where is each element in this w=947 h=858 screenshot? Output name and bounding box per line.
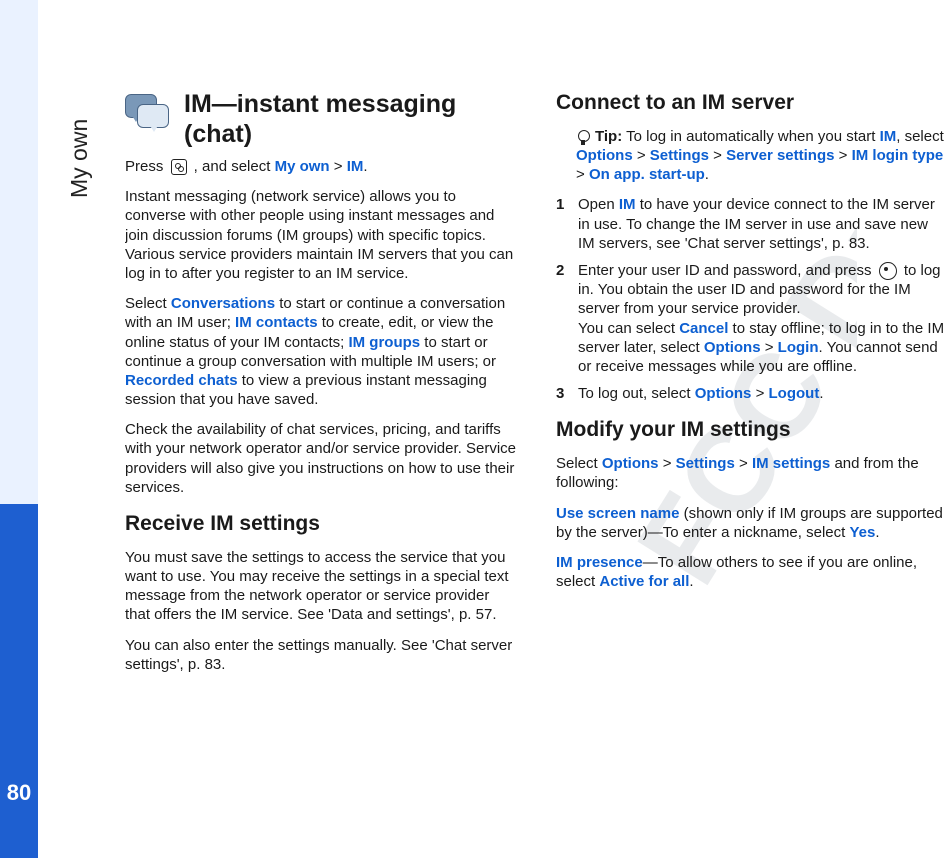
tip-label: Tip: [595, 128, 622, 145]
chat-bubbles-icon [125, 94, 170, 134]
body-paragraph: Press , and select My own > IM. [125, 157, 516, 176]
body-paragraph: IM presence—To allow others to see if yo… [556, 553, 947, 591]
body-paragraph: Use screen name (shown only if IM groups… [556, 504, 947, 542]
body-paragraph: You must save the settings to access the… [125, 548, 516, 625]
heading-modify-settings: Modify your IM settings [556, 417, 947, 444]
section-tab: My own [38, 0, 101, 858]
tip-block: Tip: To log in automatically when you st… [556, 127, 947, 185]
title-row: IM—instant messaging (chat) [125, 90, 516, 149]
page-title: IM—instant messaging (chat) [184, 90, 516, 149]
link-im-contacts: IM contacts [235, 314, 318, 331]
tip-lightbulb-icon [576, 128, 590, 146]
page-content: IM—instant messaging (chat) Press , and … [125, 90, 947, 818]
link-conversations: Conversations [171, 295, 275, 312]
side-accent-bar: 80 [0, 0, 38, 858]
step-item: 3 To log out, select Options > Logout. [556, 384, 947, 403]
heading-receive-settings: Receive IM settings [125, 511, 516, 538]
link-im: IM [347, 158, 364, 175]
step-item: 2 Enter your user ID and password, and p… [556, 261, 947, 376]
section-tab-label: My own [66, 119, 93, 198]
link-im-groups: IM groups [348, 334, 420, 351]
body-paragraph: Check the availability of chat services,… [125, 420, 516, 497]
page-number: 80 [0, 763, 38, 858]
body-paragraph: Select Options > Settings > IM settings … [556, 454, 947, 492]
step-item: 1 Open IM to have your device connect to… [556, 195, 947, 253]
link-my-own: My own [275, 158, 330, 175]
link-recorded-chats: Recorded chats [125, 372, 238, 389]
body-paragraph: Select Conversations to start or continu… [125, 294, 516, 409]
steps-list: 1 Open IM to have your device connect to… [556, 195, 947, 403]
center-key-icon [879, 262, 897, 280]
body-paragraph: Instant messaging (network service) allo… [125, 187, 516, 283]
body-paragraph: You can also enter the settings manually… [125, 636, 516, 674]
heading-connect-server: Connect to an IM server [556, 90, 947, 117]
menu-key-icon [171, 159, 187, 175]
